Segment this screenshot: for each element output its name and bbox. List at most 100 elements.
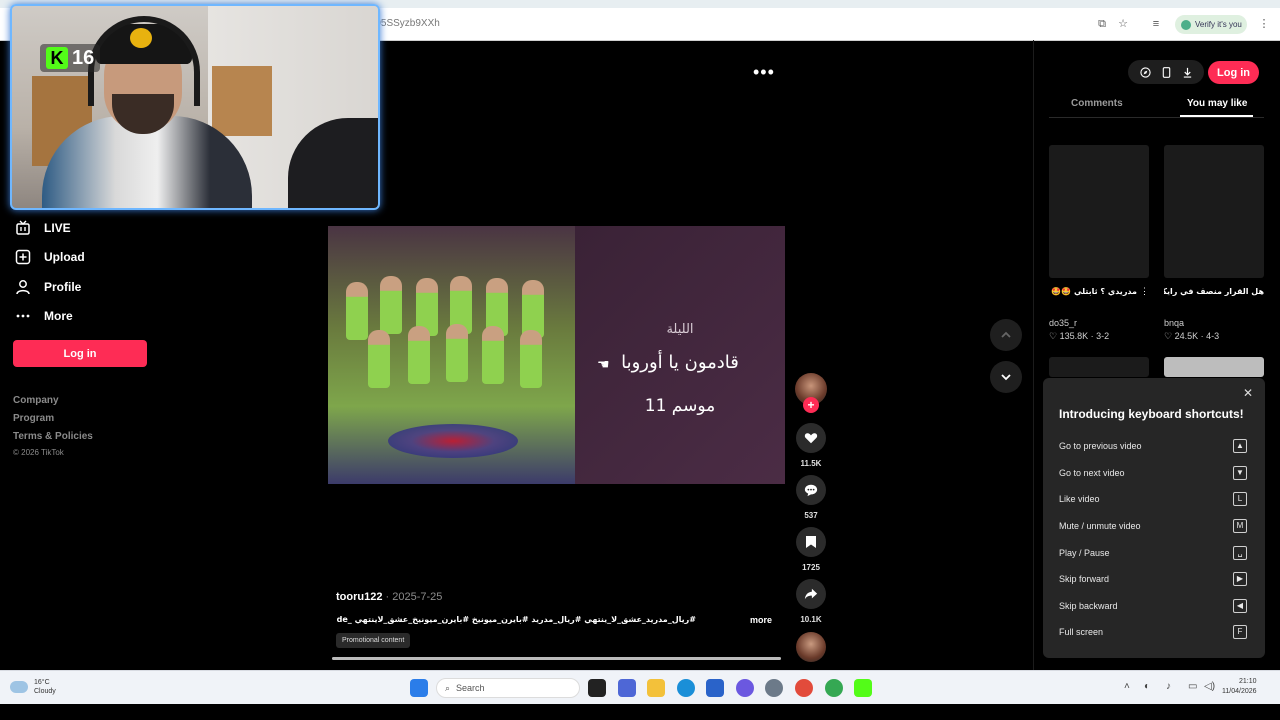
l-key-icon: L: [1233, 492, 1247, 506]
sidebar-item-profile[interactable]: Profile: [14, 277, 81, 297]
chrome-profile-icon[interactable]: [795, 679, 813, 697]
bookmark-star-icon[interactable]: ☆: [1117, 18, 1129, 30]
tab-you-may-like[interactable]: You may like: [1187, 98, 1247, 109]
suggested-video-stats: ♡ 24.5K · 4-3: [1164, 331, 1220, 341]
sidebar-item-more[interactable]: More: [14, 306, 73, 326]
arrow-right-key-icon: ▶: [1233, 572, 1247, 586]
suggested-video-title[interactable]: مدريدي ؟ ثابتلي 🤩🤩 #football...: [1049, 287, 1137, 296]
sidebar-item-label: More: [44, 309, 73, 323]
save-button[interactable]: [796, 527, 826, 557]
video-description: #ريال_مدريد_عشق_لا_ينتهي #ريال_مدريد #با…: [336, 615, 696, 624]
save-count: 1725: [802, 563, 820, 572]
taskbar-search[interactable]: ⌕ Search: [436, 678, 580, 698]
store-icon[interactable]: [706, 679, 724, 697]
tabs-divider: [1049, 117, 1264, 118]
profile-user-icon: [14, 278, 32, 296]
weather-widget[interactable]: 16°C Cloudy: [10, 678, 56, 696]
comment-icon: [804, 484, 818, 497]
widgets-app-icon[interactable]: [618, 679, 636, 697]
overlay-line-3: موسم 11: [644, 396, 716, 416]
suggested-video-thumbnail[interactable]: [1049, 357, 1149, 377]
panel-divider: [1033, 40, 1034, 670]
comment-button[interactable]: [796, 475, 826, 505]
author-name[interactable]: tooru122: [336, 591, 382, 603]
next-video-button[interactable]: [990, 361, 1022, 393]
weather-condition: Cloudy: [34, 688, 56, 695]
video-author[interactable]: tooru122 · 2025-7-25: [336, 591, 442, 603]
shortcut-row: Mute / unmute video M: [1059, 518, 1247, 534]
bookmark-icon: [806, 536, 816, 548]
shortcut-row: Full screen F: [1059, 624, 1247, 640]
suggested-video-thumbnail[interactable]: [1164, 145, 1264, 278]
verify-label: Verify it's you: [1195, 20, 1242, 29]
settings-gear-icon[interactable]: [765, 679, 783, 697]
suggested-video-author[interactable]: do35_r: [1049, 318, 1077, 328]
next-video-avatar[interactable]: [796, 632, 826, 662]
download-icon[interactable]: [1182, 67, 1193, 78]
viewer-count: 16: [72, 46, 95, 69]
discord-icon[interactable]: [736, 679, 754, 697]
windows-start-icon[interactable]: [410, 679, 428, 697]
previous-video-button[interactable]: [990, 319, 1022, 351]
suggested-video-stats: ♡ 135.8K · 3-2: [1049, 331, 1110, 341]
shortcut-row: Skip forward ▶: [1059, 571, 1247, 587]
clock-date: 11/04/2026: [1222, 688, 1257, 695]
url-text[interactable]: -95SSyzb9XXh: [372, 18, 440, 29]
microphone-icon[interactable]: ♪: [1166, 681, 1171, 692]
volume-icon[interactable]: ◁): [1204, 681, 1215, 692]
clock-time: 21:10: [1238, 678, 1257, 685]
chrome-browser-icon[interactable]: [825, 679, 843, 697]
header-login-button[interactable]: Log in: [1208, 61, 1259, 84]
search-icon: ⌕: [445, 682, 451, 693]
suggested-video-author[interactable]: bnqa: [1164, 318, 1184, 328]
arrow-left-key-icon: ◀: [1233, 599, 1247, 613]
like-button[interactable]: [796, 423, 826, 453]
footer-link-terms[interactable]: Terms & Policies: [13, 431, 93, 442]
suggested-video-title[interactable]: هل القرار منصف في رايكم 🤔 ...: [1164, 287, 1264, 296]
kick-logo-icon: K: [46, 47, 68, 69]
description-more-link[interactable]: more: [750, 615, 772, 625]
sidebar-login-button[interactable]: Log in: [13, 340, 147, 367]
sidebar-item-live[interactable]: LIVE: [14, 218, 71, 238]
keyboard-shortcuts-popup: ✕ Introducing keyboard shortcuts! Go to …: [1043, 378, 1265, 658]
search-placeholder: Search: [456, 683, 485, 693]
progress-fill: [332, 657, 781, 660]
video-options-icon[interactable]: •••: [753, 62, 775, 83]
phone-icon[interactable]: [1162, 66, 1171, 78]
chevron-down-icon: [1001, 374, 1011, 381]
task-view-icon[interactable]: [588, 679, 606, 697]
compass-icon[interactable]: [1139, 66, 1151, 78]
viewer-badge: K 16: [40, 44, 101, 72]
network-icon[interactable]: ▭: [1188, 681, 1197, 692]
screen-bottom-border: [0, 704, 1280, 720]
file-explorer-icon[interactable]: [647, 679, 665, 697]
tray-chevron-icon[interactable]: ˄: [1124, 681, 1130, 692]
video-progress-bar[interactable]: [332, 657, 781, 660]
share-button[interactable]: [796, 579, 826, 609]
footer-link-company[interactable]: Company: [13, 395, 59, 406]
edge-browser-icon[interactable]: [677, 679, 695, 697]
follow-plus-icon[interactable]: +: [803, 397, 819, 413]
verify-icon: [1181, 19, 1191, 30]
system-clock[interactable]: 21:10 11/04/2026: [1222, 677, 1257, 697]
footer-link-program[interactable]: Program: [13, 413, 54, 424]
install-app-icon[interactable]: ⧉: [1096, 18, 1108, 30]
kick-app-icon[interactable]: [854, 679, 872, 697]
comment-count: 537: [804, 511, 818, 520]
reading-list-icon[interactable]: ≡: [1150, 18, 1162, 30]
shortcut-row: Skip backward ◀: [1059, 598, 1247, 614]
verify-button[interactable]: Verify it's you: [1175, 15, 1247, 34]
card-options-icon[interactable]: ⋮: [1140, 286, 1149, 297]
suggested-video-thumbnail[interactable]: [1164, 357, 1264, 377]
sidebar-item-upload[interactable]: Upload: [14, 247, 85, 267]
arrow-up-key-icon: ▲: [1233, 439, 1247, 453]
close-icon[interactable]: ✕: [1243, 386, 1253, 400]
team-photo: [328, 226, 575, 484]
tab-comments[interactable]: Comments: [1071, 98, 1123, 109]
more-dots-icon: [14, 307, 32, 325]
video-player[interactable]: الليلة قادمون يا أوروبا موسم 11: [328, 226, 785, 484]
suggested-video-thumbnail[interactable]: [1049, 145, 1149, 278]
m-key-icon: M: [1233, 519, 1247, 533]
tray-app-icon[interactable]: ◐: [1144, 681, 1150, 692]
browser-menu-icon[interactable]: ⋮: [1258, 18, 1270, 30]
